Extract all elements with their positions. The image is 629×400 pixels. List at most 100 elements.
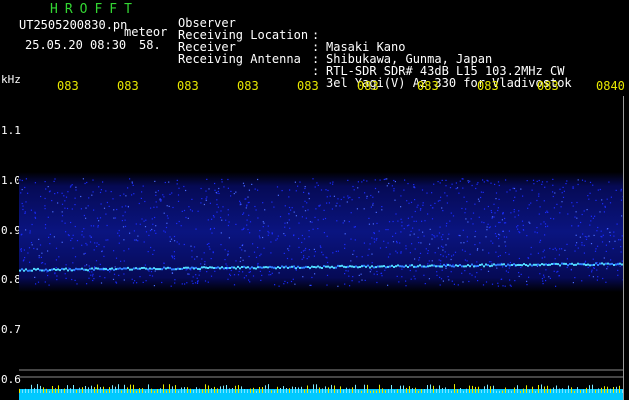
noise-dot	[110, 191, 112, 193]
noise-dot	[388, 221, 391, 223]
noise-dot	[294, 181, 296, 183]
noise-dot	[284, 234, 286, 237]
noise-dot	[45, 188, 47, 190]
noise-dot	[383, 178, 385, 181]
noise-dot	[491, 263, 493, 265]
noise-dot	[221, 181, 223, 183]
noise-dot	[506, 191, 508, 193]
noise-dot	[363, 242, 365, 244]
level-spike	[484, 386, 485, 393]
noise-dot	[538, 213, 540, 215]
carrier-segment	[39, 269, 41, 272]
noise-dot	[99, 263, 101, 265]
noise-dot	[601, 199, 603, 201]
noise-dot	[444, 192, 446, 194]
carrier-segment	[515, 264, 517, 267]
noise-dot	[218, 187, 220, 190]
noise-dot	[574, 216, 576, 218]
noise-dot	[433, 183, 435, 185]
y-axis-unit: kHz	[1, 73, 21, 86]
level-spike	[316, 384, 317, 393]
meteor-count: 58.	[139, 38, 161, 52]
carrier-segment	[259, 266, 261, 269]
level-spike	[463, 390, 464, 393]
noise-dot	[388, 182, 390, 185]
noise-dot	[353, 250, 355, 252]
noise-dot	[456, 187, 459, 189]
noise-dot	[187, 217, 189, 219]
carrier-segment	[563, 262, 565, 265]
noise-dot	[99, 217, 102, 219]
noise-dot	[565, 183, 567, 185]
noise-dot	[96, 217, 99, 219]
noise-dot	[590, 243, 593, 245]
noise-dot	[413, 275, 415, 277]
level-spike	[256, 390, 257, 393]
noise-dot	[350, 212, 352, 214]
noise-dot	[81, 234, 83, 236]
noise-dot	[247, 196, 249, 198]
carrier-segment	[529, 263, 531, 266]
noise-dot	[307, 209, 309, 211]
noise-dot	[35, 283, 37, 285]
level-spike	[325, 386, 326, 393]
time-tick: 0840	[596, 79, 625, 93]
level-spike	[589, 385, 590, 393]
noise-dot	[27, 192, 29, 194]
noise-dot	[255, 209, 257, 211]
noise-dot	[450, 258, 452, 261]
spectrogram-screen: HROFFT UT2505200830.pn meteor 25.05.20 0…	[0, 0, 629, 400]
noise-dot	[427, 213, 429, 215]
noise-dot	[518, 210, 520, 212]
level-spike	[196, 387, 197, 393]
info-row-antenna: Receiving Antenna : 3el Yagi(V) Az 330 f…	[178, 41, 572, 89]
carrier-segment	[381, 265, 383, 268]
info-row-receiver: Receiver : RTL-SDR SDR# 43dB L15 103.2MH…	[178, 29, 564, 77]
noise-dot	[120, 260, 122, 262]
noise-dot	[25, 201, 27, 203]
level-spike	[265, 385, 266, 393]
noise-dot	[54, 178, 56, 180]
noise-dot	[278, 285, 280, 287]
carrier-segment	[145, 267, 147, 270]
noise-dot	[308, 249, 310, 251]
noise-dot	[44, 197, 46, 200]
noise-dot	[333, 195, 335, 197]
carrier-segment	[85, 268, 87, 271]
level-spike	[481, 390, 482, 393]
noise-dot	[412, 227, 414, 229]
noise-dot	[490, 210, 492, 212]
noise-dot	[367, 254, 369, 256]
noise-dot	[314, 216, 316, 218]
noise-dot	[422, 231, 424, 233]
noise-dot	[463, 196, 465, 198]
noise-dot	[238, 270, 240, 273]
noise-dot	[543, 221, 545, 223]
noise-dot	[607, 228, 609, 230]
carrier-segment	[497, 263, 499, 266]
noise-dot	[243, 185, 245, 187]
noise-dot	[240, 203, 242, 205]
level-spike	[85, 386, 86, 393]
noise-dot	[478, 216, 480, 218]
carrier-segment	[219, 267, 221, 270]
noise-dot	[203, 203, 205, 206]
noise-dot	[381, 206, 383, 208]
noise-dot	[448, 279, 450, 281]
noise-dot	[168, 181, 170, 183]
noise-dot	[113, 250, 115, 252]
noise-dot	[585, 238, 588, 240]
noise-dot	[461, 178, 463, 180]
noise-dot	[137, 240, 139, 242]
noise-dot	[503, 222, 506, 224]
noise-dot	[410, 201, 413, 203]
noise-dot	[34, 276, 36, 278]
noise-dot	[326, 284, 328, 286]
level-spike	[28, 389, 29, 393]
noise-dot	[541, 257, 543, 259]
noise-dot	[191, 256, 193, 258]
noise-dot	[65, 196, 68, 198]
noise-dot	[477, 248, 479, 250]
noise-dot	[70, 221, 72, 224]
noise-dot	[113, 209, 115, 211]
